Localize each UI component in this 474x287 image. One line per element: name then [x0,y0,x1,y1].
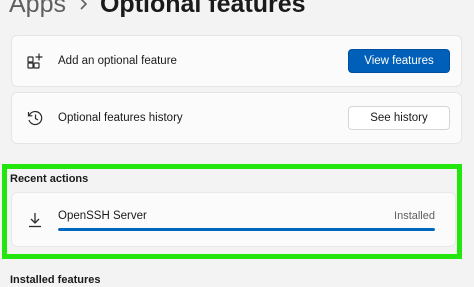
download-icon [26,211,44,229]
features-history-card: Optional features history See history [11,92,462,144]
feature-name: OpenSSH Server [58,210,147,222]
history-label: Optional features history [58,112,183,124]
installed-features-heading: Installed features [10,274,101,286]
breadcrumb: Apps Optional features [9,0,306,19]
breadcrumb-apps-link[interactable]: Apps [9,0,66,19]
history-icon [26,109,44,127]
install-progress-fill [58,228,435,231]
feature-status: Installed [394,210,435,222]
chevron-right-icon [76,0,90,11]
page-title: Optional features [99,0,306,18]
add-feature-icon [26,52,44,70]
recent-actions-heading: Recent actions [10,173,89,185]
add-optional-feature-card: Add an optional feature View features [11,35,462,87]
recent-action-item: OpenSSH Server Installed [11,192,456,247]
see-history-button[interactable]: See history [348,106,450,130]
add-feature-label: Add an optional feature [58,55,177,67]
install-progress-bar [58,228,435,231]
view-features-button[interactable]: View features [348,49,450,73]
